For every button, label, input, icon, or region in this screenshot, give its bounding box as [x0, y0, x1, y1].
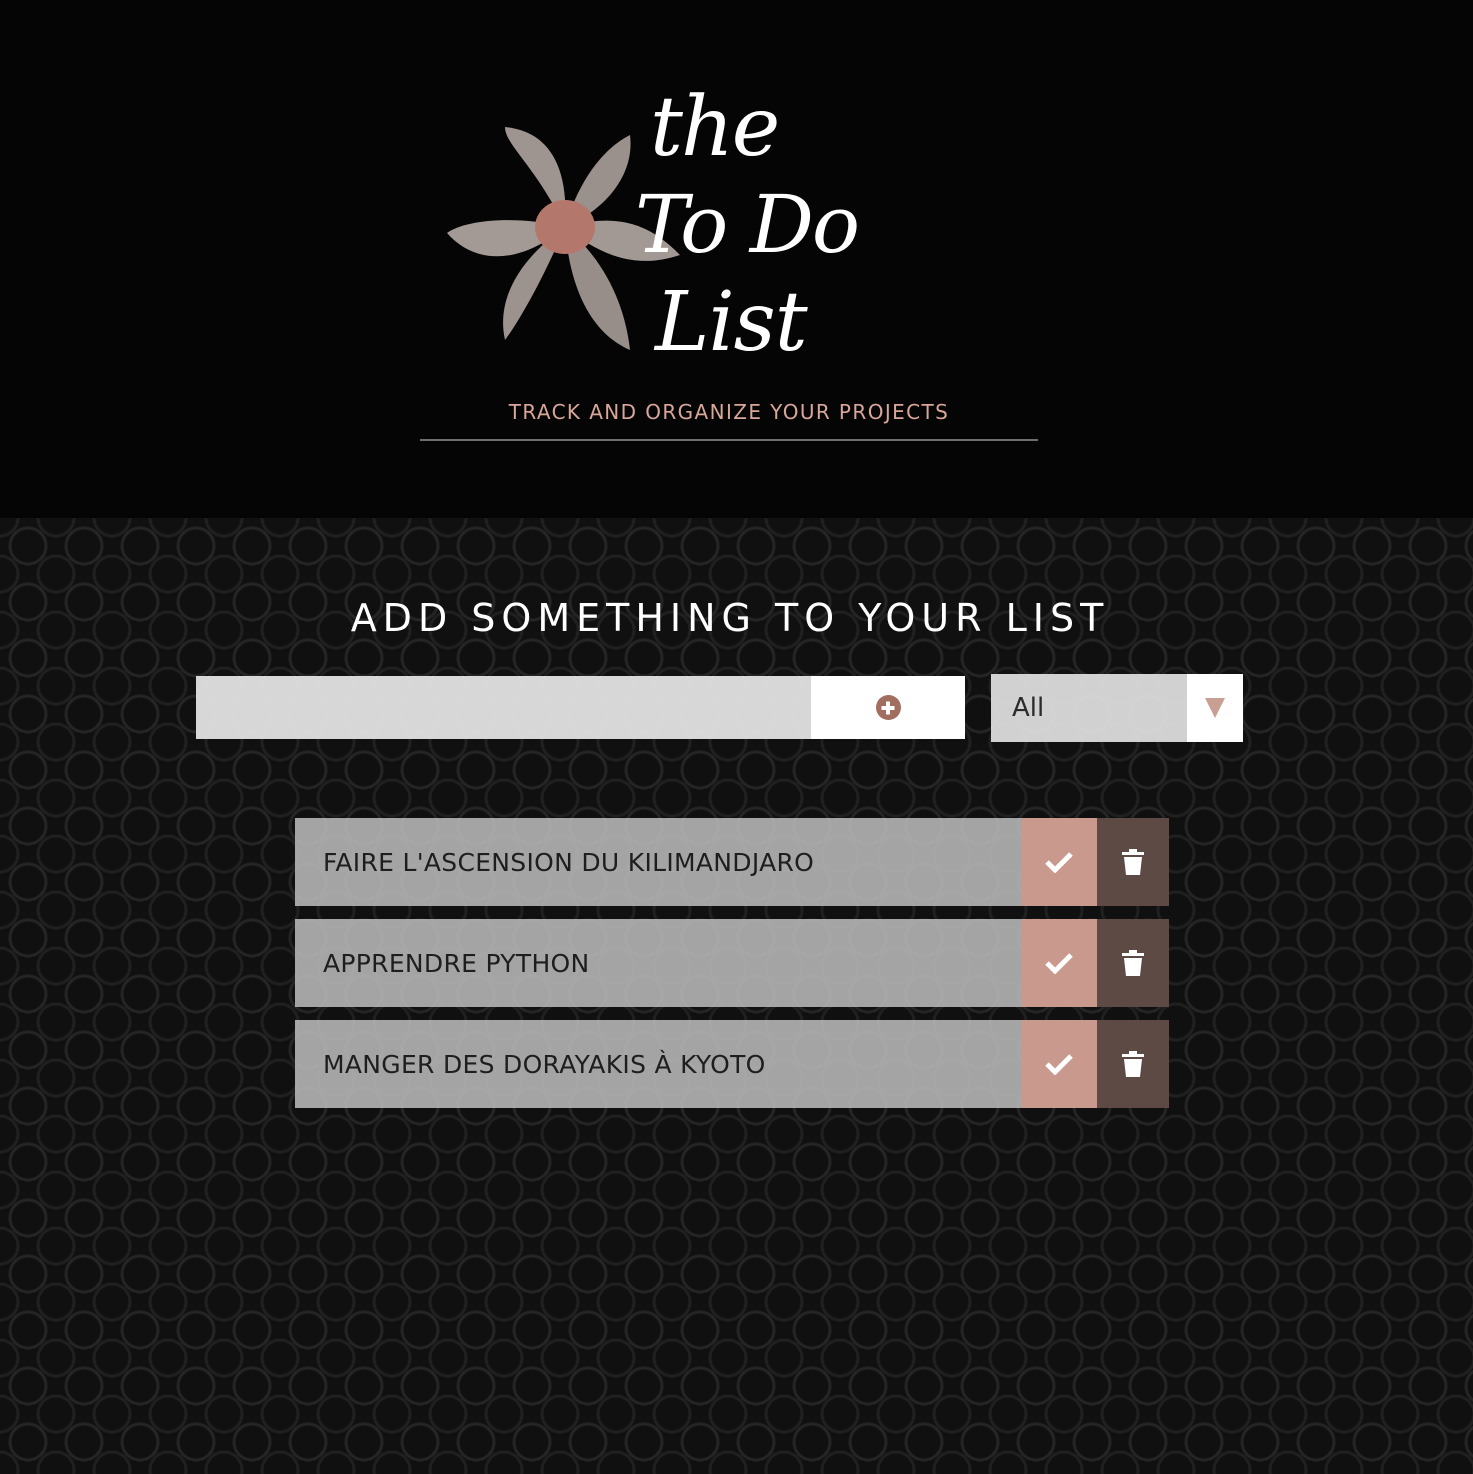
- add-todo-button[interactable]: [811, 676, 965, 739]
- check-icon: [1045, 1053, 1073, 1075]
- todo-text: FAIRE L'ASCENSION DU KILIMANDJARO: [295, 818, 1021, 906]
- todo-text: APPRENDRE PYTHON: [295, 919, 1021, 1007]
- complete-button[interactable]: [1021, 818, 1097, 906]
- logo: the To Do List: [430, 60, 870, 390]
- todo-item: MANGER DES DORAYAKIS À KYOTO: [295, 1020, 1169, 1108]
- check-icon: [1045, 851, 1073, 873]
- todo-app: the To Do List TRACK AND ORGANIZE YOUR P…: [0, 0, 1473, 1474]
- chevron-down-icon: [1205, 698, 1225, 718]
- delete-button[interactable]: [1097, 919, 1169, 1007]
- section-title: ADD SOMETHING TO YOUR LIST: [350, 596, 1110, 640]
- logo-text-todo: To Do: [635, 178, 860, 271]
- tagline: TRACK AND ORGANIZE YOUR PROJECTS: [508, 400, 950, 424]
- todo-item: FAIRE L'ASCENSION DU KILIMANDJARO: [295, 818, 1169, 906]
- filter-arrow[interactable]: [1187, 674, 1243, 742]
- header-divider: [420, 439, 1038, 441]
- logo-text-the: the: [650, 80, 780, 175]
- header: the To Do List TRACK AND ORGANIZE YOUR P…: [0, 0, 1473, 518]
- filter-selected-value: All: [1012, 693, 1045, 723]
- complete-button[interactable]: [1021, 919, 1097, 1007]
- check-icon: [1045, 952, 1073, 974]
- delete-button[interactable]: [1097, 818, 1169, 906]
- todo-text: MANGER DES DORAYAKIS À KYOTO: [295, 1020, 1021, 1108]
- todo-item: APPRENDRE PYTHON: [295, 919, 1169, 1007]
- trash-icon: [1122, 849, 1144, 875]
- todo-input[interactable]: [196, 676, 812, 739]
- delete-button[interactable]: [1097, 1020, 1169, 1108]
- complete-button[interactable]: [1021, 1020, 1097, 1108]
- todo-list: FAIRE L'ASCENSION DU KILIMANDJARO APPREN…: [295, 818, 1169, 1121]
- plus-circle-icon: [875, 695, 901, 720]
- filter-select[interactable]: All: [991, 674, 1243, 742]
- trash-icon: [1122, 1051, 1144, 1077]
- main-section: ADD SOMETHING TO YOUR LIST All FAIRE L'A…: [0, 518, 1473, 1474]
- logo-text-list: List: [655, 275, 808, 370]
- trash-icon: [1122, 950, 1144, 976]
